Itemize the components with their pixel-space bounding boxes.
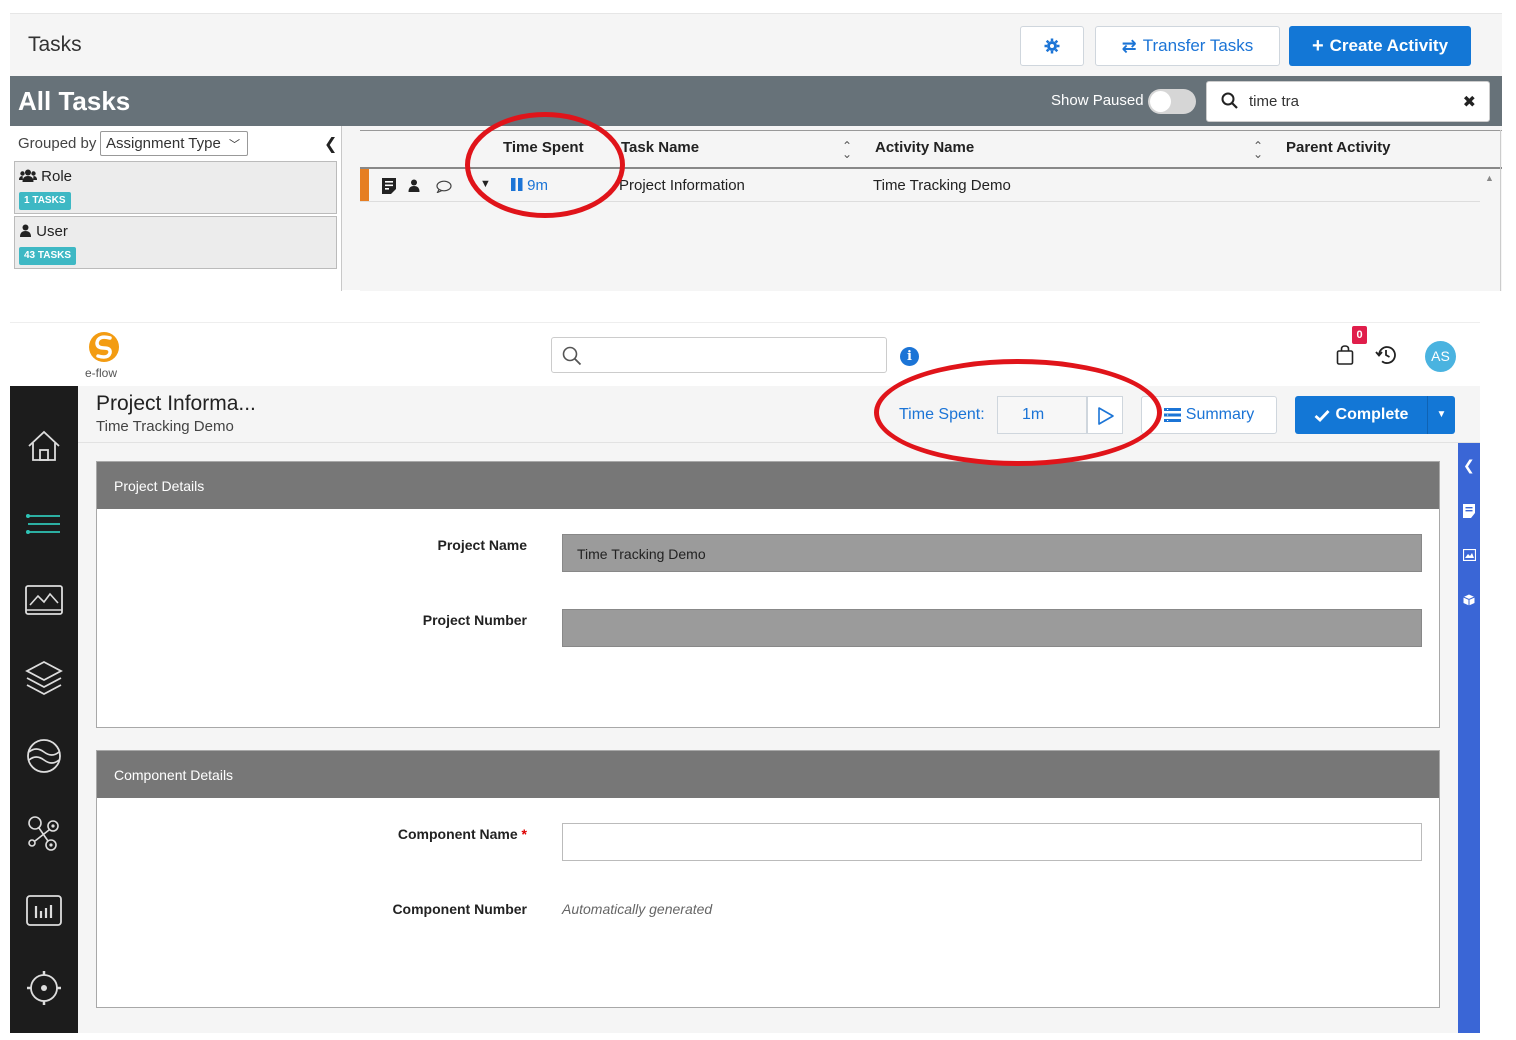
project-number-field xyxy=(562,609,1422,647)
search-icon xyxy=(1221,92,1238,109)
component-number-hint: Automatically generated xyxy=(562,901,713,917)
row-activity-name[interactable]: Time Tracking Demo xyxy=(873,177,1011,194)
column-header-parent-activity[interactable]: Parent Activity xyxy=(1286,139,1390,156)
cart-count-badge: 0 xyxy=(1352,326,1367,344)
transfer-tasks-label: Transfer Tasks xyxy=(1142,36,1254,55)
section-component-details: Component Details Component Name * Compo… xyxy=(96,750,1440,1008)
settings-icon[interactable] xyxy=(24,968,64,1008)
search-value: time tra xyxy=(1249,93,1300,110)
home-icon[interactable] xyxy=(24,426,64,466)
field-label-project-name: Project Name xyxy=(437,537,527,553)
page-header: Project Informa... Time Tracking Demo Ti… xyxy=(78,386,1480,443)
chevron-left-icon[interactable]: ❮ xyxy=(1463,457,1475,474)
field-label-project-number: Project Number xyxy=(422,612,527,628)
comment-icon[interactable] xyxy=(436,180,452,193)
globe-icon[interactable] xyxy=(24,736,64,776)
scroll-up-arrow[interactable]: ▲ xyxy=(1485,173,1494,183)
annotation-circle-time-spent-column xyxy=(465,112,625,218)
page-subtitle: Time Tracking Demo xyxy=(96,418,234,435)
form-icon[interactable] xyxy=(382,178,396,194)
column-header-activity-name[interactable]: Activity Name xyxy=(875,139,974,156)
page-title: Project Informa... xyxy=(96,392,256,415)
column-header-task-name[interactable]: Task Name xyxy=(621,139,699,156)
group-panel: Grouped by Assignment Type ﹀ ❮ Role 1 TA… xyxy=(10,126,342,291)
info-icon[interactable]: i xyxy=(900,347,919,366)
create-activity-button[interactable]: + Create Activity xyxy=(1289,26,1471,66)
user-icon[interactable] xyxy=(408,179,420,192)
create-activity-label: Create Activity xyxy=(1329,36,1449,55)
task-count-badge: 43 TASKS xyxy=(19,247,77,265)
app-top-bar: e-flow i 0 AS xyxy=(10,322,1480,385)
shopping-bag-icon[interactable] xyxy=(1336,345,1354,365)
chart-icon[interactable] xyxy=(24,891,64,931)
complete-button[interactable]: Complete xyxy=(1295,396,1427,434)
show-paused-label: Show Paused xyxy=(1051,92,1144,109)
grouped-by-label: Grouped by xyxy=(18,135,97,152)
sort-icon[interactable]: ⌃ ⌄ xyxy=(1253,140,1263,160)
section-title: Project Details xyxy=(97,462,1439,509)
all-tasks-bar: All Tasks Show Paused time tra ✖ xyxy=(10,76,1502,126)
priority-stripe xyxy=(360,169,369,201)
global-search-input[interactable] xyxy=(551,337,887,373)
summary-list-icon xyxy=(1163,408,1181,422)
checkmark-icon xyxy=(1314,409,1330,422)
section-title: Component Details xyxy=(97,751,1439,798)
image-icon[interactable] xyxy=(24,581,64,621)
project-name-field: Time Tracking Demo xyxy=(562,534,1422,572)
plus-icon: + xyxy=(1311,34,1324,57)
right-rail: ❮ xyxy=(1458,443,1480,1033)
form-icon[interactable] xyxy=(1463,504,1475,518)
summary-label: Summary xyxy=(1185,406,1255,423)
exchange-icon: ⇄ xyxy=(1121,35,1137,56)
left-nav-sidebar xyxy=(10,386,78,1033)
users-icon xyxy=(19,169,37,182)
component-name-input[interactable] xyxy=(562,823,1422,861)
grouped-by-value: Assignment Type xyxy=(106,135,221,152)
row-task-name[interactable]: Project Information xyxy=(619,177,745,194)
user-icon xyxy=(20,224,31,237)
list-icon[interactable] xyxy=(24,504,64,544)
eflow-logo-icon[interactable] xyxy=(88,331,120,363)
gallery-icon[interactable] xyxy=(1463,549,1476,561)
collapse-left-icon[interactable]: ❮ xyxy=(324,134,337,154)
all-tasks-title: All Tasks xyxy=(18,86,131,116)
task-search-input[interactable]: time tra ✖ xyxy=(1206,81,1490,122)
component-name-label-text: Component Name xyxy=(397,826,518,842)
group-label: User xyxy=(36,223,68,240)
complete-label: Complete xyxy=(1335,406,1409,423)
complete-dropdown-caret-icon[interactable]: ▼ xyxy=(1427,396,1455,434)
sort-icon[interactable]: ⌃ ⌄ xyxy=(842,140,852,160)
gear-icon xyxy=(1044,38,1060,54)
annotation-circle-time-spent-timer xyxy=(874,359,1162,466)
group-item-role[interactable]: Role 1 TASKS xyxy=(14,161,337,214)
group-item-user[interactable]: User 43 TASKS xyxy=(14,216,337,269)
field-label-component-number: Component Number xyxy=(392,901,527,917)
grouped-by-select[interactable]: Assignment Type ﹀ xyxy=(100,131,248,156)
chevron-down-icon: ﹀ xyxy=(228,139,240,151)
group-label: Role xyxy=(41,168,73,185)
avatar[interactable]: AS xyxy=(1425,341,1456,372)
required-asterisk: * xyxy=(521,826,527,842)
section-project-details: Project Details Project Name Time Tracki… xyxy=(96,461,1440,728)
show-paused-toggle[interactable] xyxy=(1148,89,1196,114)
history-icon[interactable] xyxy=(1374,343,1398,367)
task-count-badge: 1 TASKS xyxy=(19,192,71,210)
tasks-title: Tasks xyxy=(28,33,82,56)
logo-text: e-flow xyxy=(85,366,118,380)
layers-icon[interactable] xyxy=(24,658,64,698)
transfer-tasks-button[interactable]: ⇄ Transfer Tasks xyxy=(1095,26,1280,66)
network-icon[interactable] xyxy=(24,813,64,853)
settings-button[interactable] xyxy=(1020,26,1084,66)
clear-search-icon[interactable]: ✖ xyxy=(1463,92,1476,112)
scrollbar[interactable] xyxy=(1500,130,1501,291)
form-area: Project Details Project Name Time Tracki… xyxy=(78,443,1458,1033)
search-icon xyxy=(562,346,582,366)
field-label-component-name: Component Name * xyxy=(398,826,527,842)
cube-icon[interactable] xyxy=(1463,594,1475,606)
tasks-panel: Tasks ⇄ Transfer Tasks + Create Activity… xyxy=(10,13,1502,291)
toggle-knob xyxy=(1150,91,1171,112)
